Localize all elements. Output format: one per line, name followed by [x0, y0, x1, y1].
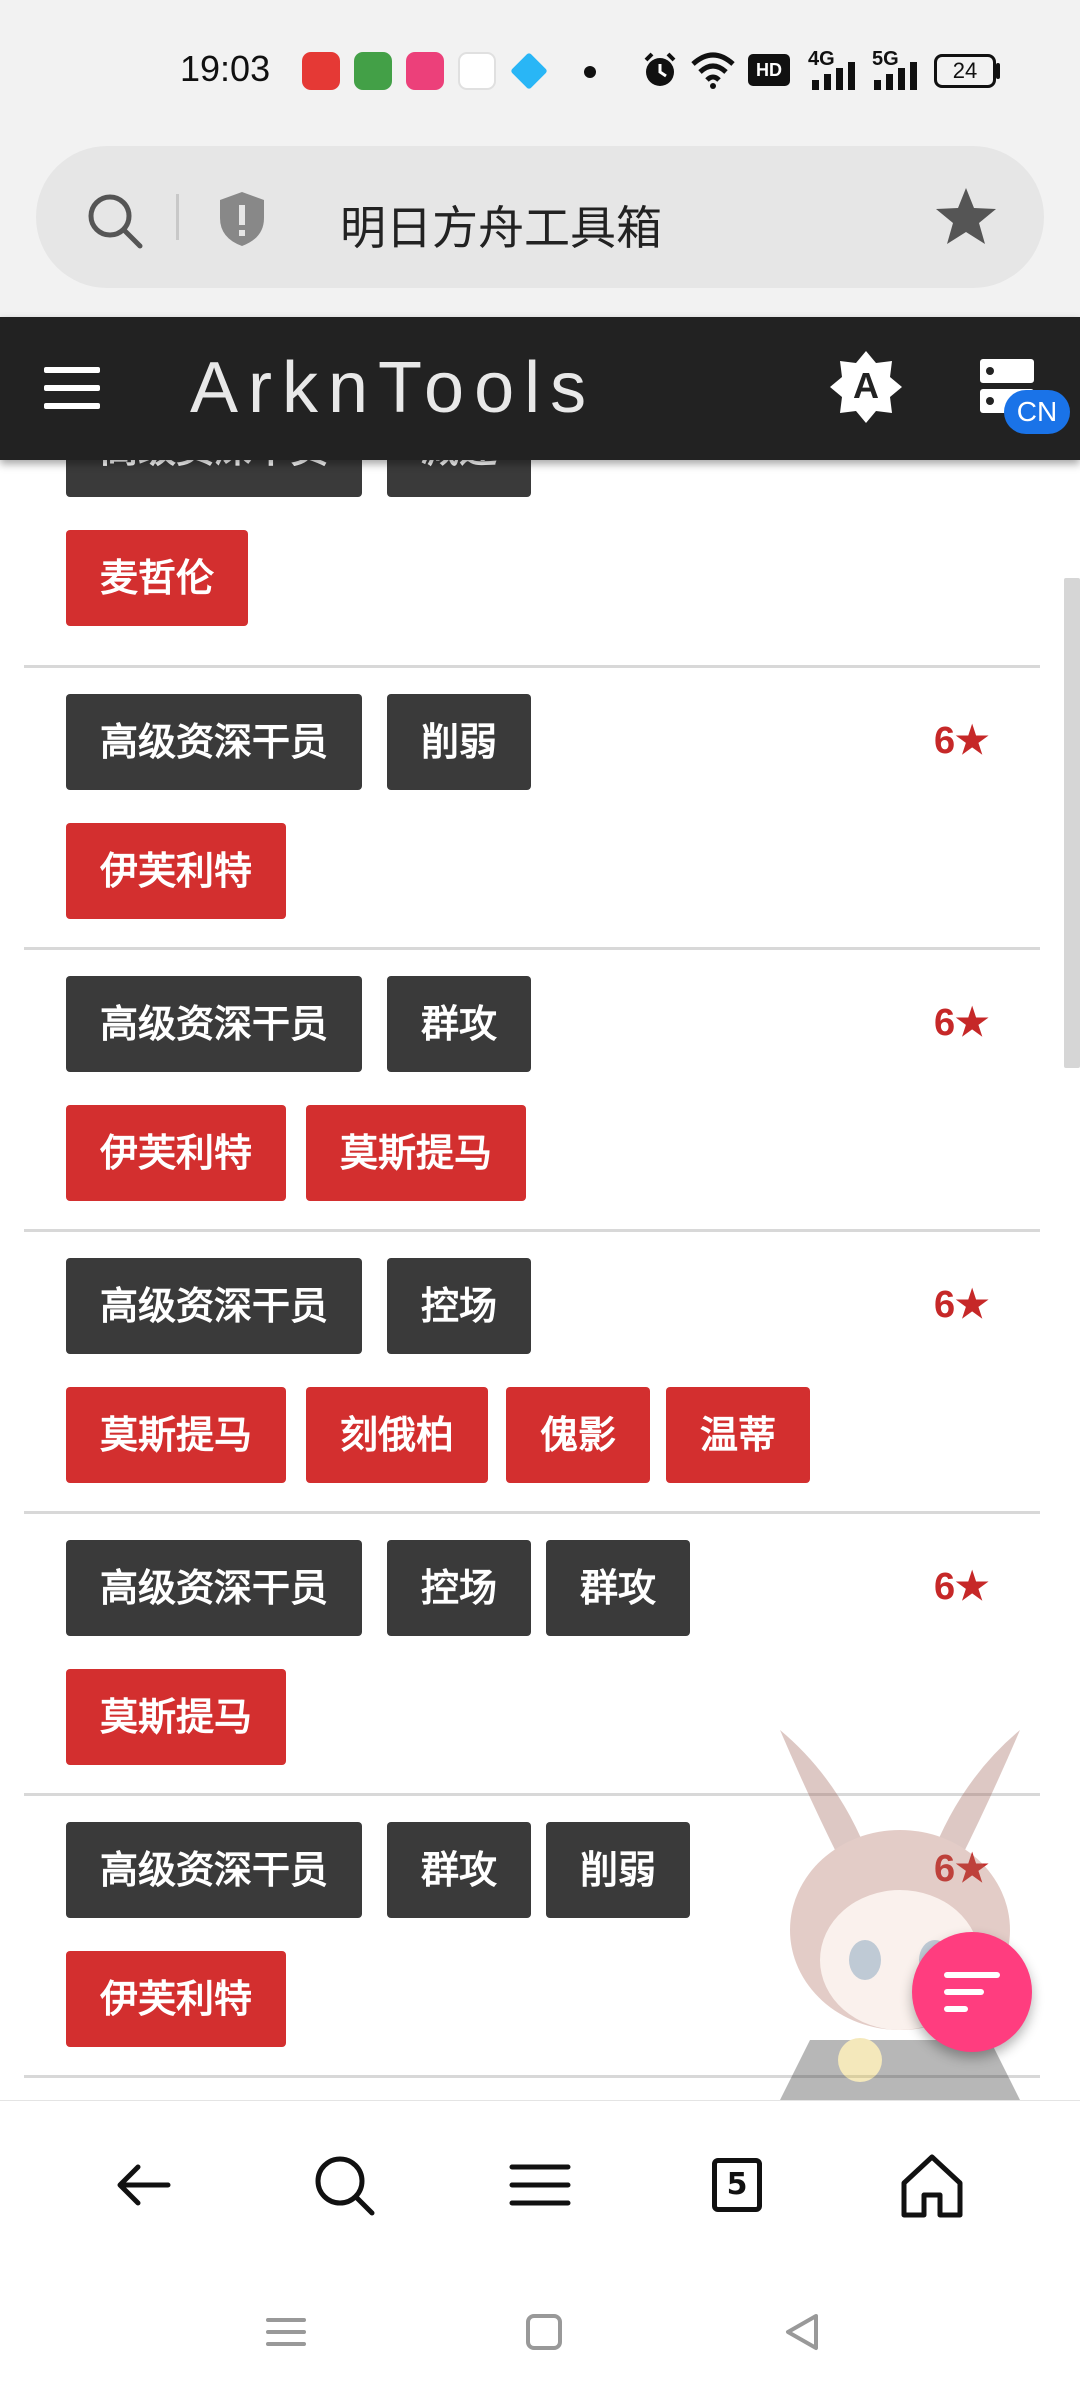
tag-chip: 高级资深干员: [66, 694, 363, 790]
operator-chip[interactable]: 傀影: [506, 1387, 651, 1483]
status-time: 19:03: [180, 48, 271, 89]
server-region-badge: CN: [1004, 390, 1070, 434]
signal-icon: [874, 62, 917, 90]
operator-chip[interactable]: 伊芙利特: [66, 1105, 287, 1201]
signal-icon: [812, 62, 855, 90]
bookmark-star-icon[interactable]: [934, 184, 998, 248]
battery-icon: 24: [934, 54, 996, 88]
back-arrow-icon[interactable]: [108, 2145, 188, 2225]
app-title: ArknTools: [190, 348, 597, 428]
tag-chip: 高级资深干员: [66, 460, 363, 497]
operator-chip[interactable]: 莫斯提马: [306, 1105, 527, 1201]
theme-icon-letter: A: [853, 365, 879, 406]
browser-toolbar: 明日方舟工具箱: [0, 140, 1080, 317]
tag-chip: 高级资深干员: [66, 1540, 363, 1636]
rarity-label: 6★: [934, 720, 990, 762]
status-bar: 19:03 HD 4G 5G 24: [0, 0, 1080, 140]
operator-chip[interactable]: 莫斯提马: [66, 1387, 287, 1483]
menu-icon[interactable]: [500, 2145, 580, 2225]
result-group: 高级资深干员 控场 6★ 莫斯提马 刻俄柏 傀影 温蒂: [24, 1232, 1040, 1514]
wifi-icon: [691, 52, 735, 89]
address-divider: [176, 194, 179, 240]
scrollbar[interactable]: [1064, 578, 1080, 1068]
result-group: 高级资深干员 减速 6★ 麦哲伦: [24, 460, 1040, 668]
filter-fab-button[interactable]: [912, 1932, 1032, 2052]
tag-chip: 群攻: [387, 1822, 532, 1918]
app-header: ArknTools A CN: [0, 317, 1080, 460]
home-icon[interactable]: [892, 2145, 972, 2225]
tab-count-button[interactable]: 5: [712, 2158, 762, 2212]
system-navigation-bar: [0, 2270, 1080, 2400]
tag-chip: 控场: [387, 1258, 532, 1354]
tag-chip: 高级资深干员: [66, 976, 363, 1072]
app-notification-icon: [354, 52, 392, 90]
result-group: 高级资深干员 群攻 6★ 伊芙利特 莫斯提马: [24, 950, 1040, 1232]
app-notification-icon: [406, 52, 444, 90]
alarm-icon: [644, 52, 676, 86]
battery-tip: [996, 63, 1000, 79]
operator-chip[interactable]: 伊芙利特: [66, 823, 287, 919]
search-icon[interactable]: [86, 192, 144, 250]
send-notification-icon: [510, 52, 548, 90]
address-query[interactable]: 明日方舟工具箱: [340, 192, 662, 258]
tag-chip: 群攻: [546, 1540, 691, 1636]
more-dot-icon: [584, 66, 596, 78]
security-shield-icon[interactable]: [216, 190, 268, 248]
battery-level: 24: [952, 58, 978, 83]
tag-chip: 减速: [387, 460, 532, 497]
recents-nav-icon[interactable]: [264, 2310, 308, 2354]
tag-chip: 高级资深干员: [66, 1822, 363, 1918]
app-notification-icon: [302, 52, 340, 90]
rarity-label: 6★: [934, 460, 989, 468]
tag-chip: 削弱: [387, 694, 532, 790]
rarity-label: 6★: [934, 1002, 990, 1044]
tag-chip: 高级资深干员: [66, 1258, 363, 1354]
address-bar[interactable]: 明日方舟工具箱: [36, 146, 1044, 288]
operator-chip[interactable]: 温蒂: [666, 1387, 811, 1483]
theme-toggle-button[interactable]: A: [826, 347, 906, 427]
menu-icon[interactable]: [44, 367, 100, 409]
tag-chip: 控场: [387, 1540, 532, 1636]
operator-chip[interactable]: 刻俄柏: [306, 1387, 489, 1483]
rarity-label: 6★: [934, 1284, 990, 1326]
screen: 19:03 HD 4G 5G 24 明日方舟工具箱 ArknTools A CN…: [0, 0, 1080, 2400]
operator-chip[interactable]: 麦哲伦: [66, 530, 249, 626]
home-nav-icon[interactable]: [522, 2310, 566, 2354]
hd-icon: HD: [748, 54, 790, 86]
sort-icon: [944, 1972, 1000, 2012]
result-group: 高级资深干员 削弱 6★ 伊芙利特: [24, 668, 1040, 950]
mascot-watermark-illustration: [780, 1730, 1020, 2100]
tag-chip: 削弱: [546, 1822, 691, 1918]
operator-chip[interactable]: 伊芙利特: [66, 1951, 287, 2047]
rarity-label: 6★: [934, 1566, 990, 1608]
back-nav-icon[interactable]: [780, 2310, 824, 2354]
map-notification-icon: [458, 52, 496, 90]
operator-chip[interactable]: 莫斯提马: [66, 1669, 287, 1765]
search-icon[interactable]: [304, 2145, 384, 2225]
browser-bottom-bar: [0, 2100, 1080, 2270]
tag-chip: 群攻: [387, 976, 532, 1072]
